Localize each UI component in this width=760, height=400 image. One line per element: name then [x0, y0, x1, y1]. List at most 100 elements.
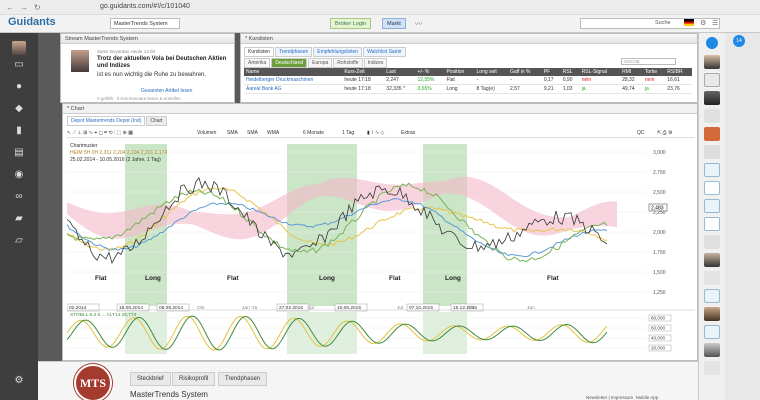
- forward-icon[interactable]: →: [20, 3, 28, 12]
- kurslisten-table: Name Kurs-Zeit Last +/- % Position Long seit G…: [244, 68, 692, 94]
- volumen-button[interactable]: Volumen: [197, 130, 216, 136]
- settings-icon[interactable]: ⚙: [700, 19, 706, 27]
- dpo-fx-icon[interactable]: [704, 163, 720, 177]
- url-bar[interactable]: go.guidants.com/#!/c/101040: [100, 3, 190, 10]
- tab-watchlist[interactable]: Watchlist Samir: [363, 47, 406, 57]
- avatar-7[interactable]: [704, 235, 720, 249]
- table-cell: Heidelberger Druckmaschinen: [244, 76, 343, 85]
- tab-chart[interactable]: Chart: [146, 116, 167, 126]
- avatar-4[interactable]: [704, 109, 720, 123]
- tab-depot[interactable]: Depot Mastertrends Depot (Ind): [67, 116, 146, 126]
- sma-button-1[interactable]: SMA: [227, 130, 238, 136]
- tab-europa[interactable]: Europa: [308, 58, 333, 68]
- tab-kurslisten[interactable]: Kurslisten: [244, 47, 274, 57]
- monitor-icon[interactable]: ▭: [12, 59, 26, 71]
- dpo-fx-icon-5[interactable]: [704, 289, 720, 303]
- column-header[interactable]: RMI: [620, 68, 643, 76]
- drawing-tools-icon[interactable]: ↖ ⟋ ⊥ ⊞ ∿ ⌖ ◻ ⌗ ⟲ ⫶ ⬚ ⊕ ▦: [67, 130, 133, 136]
- column-header[interactable]: RSIBR: [665, 68, 692, 76]
- table-cell: 0,17: [541, 76, 561, 85]
- kurslisten-search-input[interactable]: SUCHE: [621, 58, 676, 65]
- range-select[interactable]: 6 Monate: [303, 130, 324, 136]
- avatar-3[interactable]: [704, 91, 720, 105]
- chart-icon[interactable]: ▮: [12, 125, 26, 137]
- users-icon[interactable]: ◆: [12, 103, 26, 115]
- guidants-logo[interactable]: Guidants: [8, 16, 56, 28]
- tab-trendphasen[interactable]: Trendphasen: [274, 47, 313, 57]
- table-row[interactable]: Aareal Bank AG heute 17:18 32,335 * 0,65% Lo…: [244, 84, 692, 94]
- tab-indizes[interactable]: Indizes: [363, 58, 388, 68]
- interval-select[interactable]: 1 Tag: [342, 130, 354, 136]
- avatar-5[interactable]: [704, 127, 720, 141]
- tab-deutschland[interactable]: Deutschland: [271, 58, 308, 68]
- user-icon[interactable]: ●: [12, 81, 26, 93]
- column-header[interactable]: Last: [384, 68, 416, 76]
- extras-button[interactable]: Extras: [401, 130, 415, 136]
- column-header[interactable]: Long seit: [474, 68, 509, 76]
- folder-open-icon[interactable]: ▱: [12, 235, 26, 247]
- avatar-2[interactable]: [704, 73, 720, 87]
- tab-empfehlungslisten[interactable]: Empfehlungslisten: [313, 47, 363, 57]
- tab-risikoprofil[interactable]: Risikoprofil: [172, 372, 216, 386]
- badge-14[interactable]: 14: [733, 35, 745, 47]
- column-header[interactable]: Kurs-Zeit: [342, 68, 385, 76]
- qc-button[interactable]: QC: [637, 130, 645, 136]
- german-flag-icon[interactable]: [684, 19, 694, 26]
- link-icon[interactable]: ∞: [12, 191, 26, 203]
- price-chart[interactable]: 3,0002,7502,5002,2502,0001,7501,5001,250…: [67, 140, 695, 360]
- briefcase-icon[interactable]: ▤: [12, 147, 26, 159]
- column-header[interactable]: RSL-Signal: [579, 68, 621, 76]
- table-cell: nein: [579, 76, 621, 85]
- wma-button[interactable]: WMA: [267, 130, 279, 136]
- stream-footer[interactable]: 0 gefällt · 0 Kommentare lesen & erstell…: [97, 96, 181, 101]
- column-header[interactable]: Tortie: [642, 68, 666, 76]
- avatar-8[interactable]: [704, 253, 720, 267]
- table-row[interactable]: Heidelberger Druckmaschinen heute 17:18 2,…: [244, 76, 692, 85]
- chart-settings-icons[interactable]: ⇱ ⎙ ⚙: [657, 130, 672, 136]
- dpo-fx-icon-2[interactable]: [704, 181, 720, 195]
- mts-logo[interactable]: MTS: [74, 364, 112, 400]
- menu-icon[interactable]: ☰: [712, 19, 718, 27]
- avatar-10[interactable]: [704, 307, 720, 321]
- dpo-fx-icon-3[interactable]: [704, 199, 720, 213]
- markt-button[interactable]: Markt: [382, 18, 406, 29]
- avatar-12[interactable]: [704, 361, 720, 375]
- reload-icon[interactable]: ↻: [34, 3, 41, 12]
- newsletter-link[interactable]: Newsletter | Impressum: [586, 395, 633, 400]
- folder-icon[interactable]: ▰: [12, 213, 26, 225]
- desktop-tab[interactable]: MasterTrends System: [110, 18, 180, 29]
- tab-trendphasen[interactable]: Trendphasen: [218, 372, 268, 386]
- chart-type-icons[interactable]: ▮ ⌇ ∿ ◇: [367, 130, 384, 136]
- stream-author[interactable]: Samir Boyardan Heute 13:00: [97, 49, 155, 54]
- avatar-1[interactable]: [704, 55, 720, 69]
- avatar-6[interactable]: [704, 145, 720, 159]
- avatar-11[interactable]: [704, 343, 720, 357]
- broker-login-button[interactable]: Broker Login: [330, 18, 372, 29]
- read-article-link[interactable]: Gesamten Artikel lesen: [141, 88, 192, 94]
- column-header[interactable]: RSL: [560, 68, 580, 76]
- user-avatar[interactable]: [12, 41, 26, 55]
- tab-amerika[interactable]: Amerika: [244, 58, 271, 68]
- avatar-9[interactable]: [704, 271, 720, 285]
- dpo-fx-icon-6[interactable]: [704, 325, 720, 339]
- chart-area[interactable]: 3,000 2,750 2,500 2,250 2,000 1,750 1,500 1,250…: [67, 140, 695, 360]
- price-marker-label: 2,483: [651, 206, 664, 212]
- back-icon[interactable]: ←: [6, 3, 14, 12]
- dpo-fx-icon-4[interactable]: [704, 217, 720, 231]
- table-cell: ja: [579, 84, 621, 94]
- tab-rohstoffe[interactable]: Rohstoffe: [333, 58, 363, 68]
- tab-steckbrief[interactable]: Steckbrief: [130, 372, 171, 386]
- column-header[interactable]: PF: [541, 68, 561, 76]
- column-header[interactable]: Gaff in %: [508, 68, 542, 76]
- eye-icon[interactable]: ◉: [12, 169, 26, 181]
- sma-button-2[interactable]: SMA: [247, 130, 258, 136]
- column-header[interactable]: +/- %: [415, 68, 445, 76]
- column-header[interactable]: Position: [444, 68, 475, 76]
- global-search-input[interactable]: [580, 18, 720, 29]
- column-header[interactable]: Name: [244, 68, 343, 76]
- author-avatar[interactable]: [71, 50, 89, 72]
- mobile-app-link[interactable]: Mobile App: [636, 395, 658, 400]
- pulse-icon[interactable]: 〰: [415, 19, 422, 29]
- gear-icon[interactable]: ⚙: [12, 375, 26, 387]
- notification-badge[interactable]: [706, 37, 718, 49]
